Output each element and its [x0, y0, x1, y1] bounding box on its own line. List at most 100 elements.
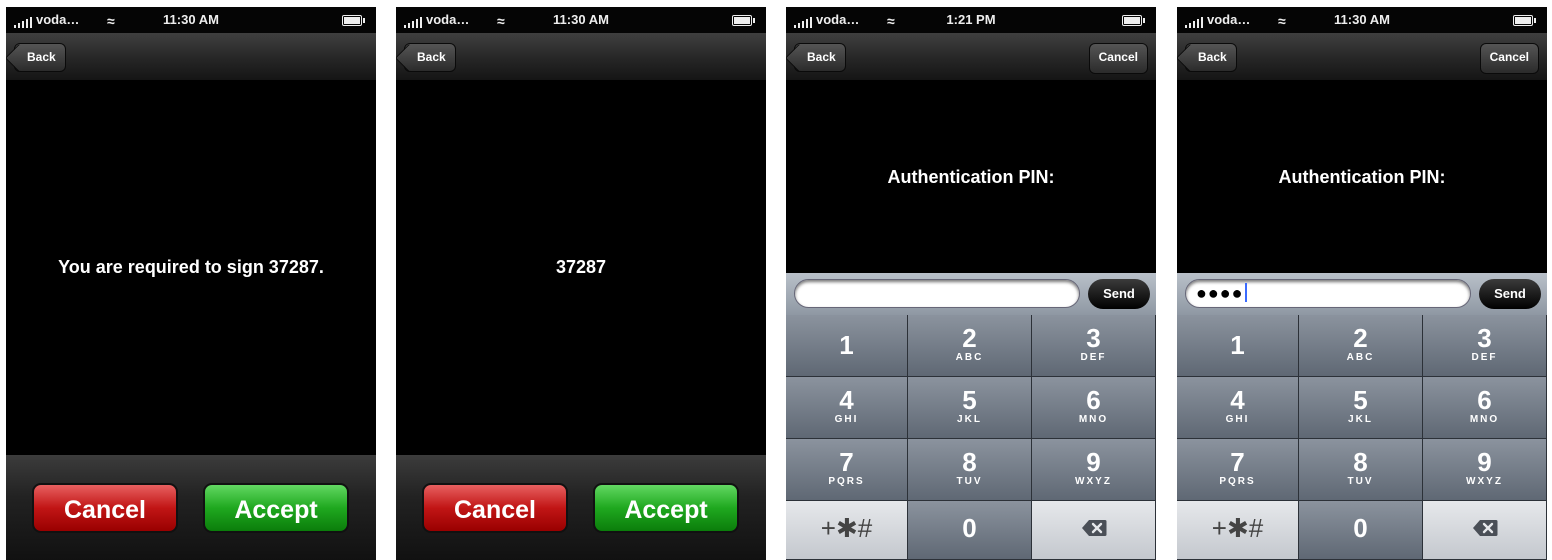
- key-symbols-label: +✱#: [820, 513, 873, 543]
- pin-input[interactable]: [794, 279, 1080, 308]
- key-digit: 4: [839, 385, 854, 415]
- key-4[interactable]: 4 GHI: [786, 377, 908, 439]
- phone-screen-sign-code: voda… ≈ 11:30 AM Back 37287 Cancel Accep…: [396, 7, 766, 560]
- sign-request-message: You are required to sign 37287.: [58, 257, 324, 277]
- back-button-label: Back: [807, 50, 836, 64]
- key-digit: 3: [1477, 323, 1492, 353]
- back-button-label: Back: [1198, 50, 1227, 64]
- key-letters: ABC: [955, 352, 984, 363]
- pin-input-value: ●●●●: [1196, 283, 1244, 303]
- key-digit: 5: [1353, 385, 1368, 415]
- send-button[interactable]: Send: [1088, 279, 1150, 309]
- text-cursor: [1244, 283, 1247, 302]
- key-8[interactable]: 8 TUV: [908, 439, 1032, 501]
- key-letters: TUV: [1347, 476, 1374, 487]
- cancel-button[interactable]: Cancel: [32, 483, 178, 533]
- back-button[interactable]: Back: [404, 43, 456, 72]
- key-3[interactable]: 3 DEF: [1423, 315, 1547, 377]
- send-button[interactable]: Send: [1479, 279, 1541, 309]
- pin-input-bar: Send: [786, 273, 1156, 315]
- key-symbols-label: +✱#: [1211, 513, 1264, 543]
- key-5[interactable]: 5 JKL: [1299, 377, 1423, 439]
- key-symbols[interactable]: +✱#: [786, 501, 908, 560]
- back-button[interactable]: Back: [1185, 43, 1237, 72]
- battery-icon: [732, 15, 755, 26]
- status-bar: voda… ≈ 11:30 AM: [6, 7, 376, 33]
- key-digit: 7: [839, 447, 854, 477]
- key-letters: GHI: [834, 414, 859, 425]
- key-2[interactable]: 2 ABC: [1299, 315, 1423, 377]
- action-bar: Cancel Accept: [396, 455, 766, 560]
- numeric-keypad: 1 2 ABC 3 DEF 4 GHI 5 JKL 6 MNO 7 PQRS 8 TUV 9 WXYZ +✱# 0: [1177, 315, 1547, 560]
- key-digit: 2: [962, 323, 977, 353]
- key-8[interactable]: 8 TUV: [1299, 439, 1423, 501]
- key-letters: PQRS: [828, 476, 865, 487]
- navigation-bar: Back Cancel: [1177, 33, 1547, 81]
- key-letters: ABC: [1346, 352, 1375, 363]
- key-0[interactable]: 0: [908, 501, 1032, 560]
- key-digit: 9: [1477, 447, 1492, 477]
- key-digit: 6: [1086, 385, 1101, 415]
- back-button[interactable]: Back: [14, 43, 66, 72]
- status-time: 11:30 AM: [163, 12, 219, 27]
- status-time: 1:21 PM: [946, 12, 996, 27]
- back-button[interactable]: Back: [794, 43, 846, 72]
- key-letters: TUV: [956, 476, 983, 487]
- key-0[interactable]: 0: [1299, 501, 1423, 560]
- key-symbols[interactable]: +✱#: [1177, 501, 1299, 560]
- accept-button[interactable]: Accept: [203, 483, 349, 533]
- key-delete[interactable]: [1032, 501, 1156, 560]
- key-1[interactable]: 1: [1177, 315, 1299, 377]
- navigation-bar: Back: [6, 33, 376, 81]
- battery-icon: [1513, 15, 1536, 26]
- key-2[interactable]: 2 ABC: [908, 315, 1032, 377]
- pin-title: Authentication PIN:: [887, 167, 1055, 187]
- key-letters: MNO: [1078, 414, 1109, 425]
- key-letters: PQRS: [1219, 476, 1256, 487]
- phone-screen-pin-empty: voda… ≈ 1:21 PM Back Cancel Authenticati…: [786, 7, 1156, 560]
- key-letters: JKL: [1348, 414, 1373, 425]
- key-digit: 9: [1086, 447, 1101, 477]
- key-3[interactable]: 3 DEF: [1032, 315, 1156, 377]
- nav-cancel-button[interactable]: Cancel: [1479, 43, 1539, 74]
- status-time: 11:30 AM: [1334, 12, 1390, 27]
- key-digit: 4: [1230, 385, 1245, 415]
- battery-icon: [342, 15, 365, 26]
- numeric-keypad: 1 2 ABC 3 DEF 4 GHI 5 JKL 6 MNO 7 PQRS 8 TUV 9 WXYZ +✱# 0: [786, 315, 1156, 560]
- navigation-bar: Back: [396, 33, 766, 81]
- pin-title: Authentication PIN:: [1278, 167, 1446, 187]
- back-button-label: Back: [27, 50, 56, 64]
- status-bar: voda… ≈ 11:30 AM: [1177, 7, 1547, 33]
- key-digit: 5: [962, 385, 977, 415]
- key-letters: DEF: [1080, 352, 1107, 363]
- key-digit: 3: [1086, 323, 1101, 353]
- nav-cancel-button[interactable]: Cancel: [1088, 43, 1148, 74]
- phone-screen-sign-request: voda… ≈ 11:30 AM Back You are required t…: [6, 7, 376, 560]
- key-letters: WXYZ: [1466, 476, 1503, 487]
- key-9[interactable]: 9 WXYZ: [1032, 439, 1156, 501]
- cancel-button[interactable]: Cancel: [422, 483, 568, 533]
- status-bar: voda… ≈ 11:30 AM: [396, 7, 766, 33]
- phone-screen-pin-entered: voda… ≈ 11:30 AM Back Cancel Authenticat…: [1177, 7, 1547, 560]
- key-letters: DEF: [1471, 352, 1498, 363]
- key-7[interactable]: 7 PQRS: [1177, 439, 1299, 501]
- accept-button[interactable]: Accept: [593, 483, 739, 533]
- key-9[interactable]: 9 WXYZ: [1423, 439, 1547, 501]
- key-5[interactable]: 5 JKL: [908, 377, 1032, 439]
- key-4[interactable]: 4 GHI: [1177, 377, 1299, 439]
- key-digit: 7: [1230, 447, 1245, 477]
- key-letters: JKL: [957, 414, 982, 425]
- key-1[interactable]: 1: [786, 315, 908, 377]
- key-letters: GHI: [1225, 414, 1250, 425]
- key-delete[interactable]: [1423, 501, 1547, 560]
- pin-input[interactable]: ●●●●: [1185, 279, 1471, 308]
- key-6[interactable]: 6 MNO: [1032, 377, 1156, 439]
- status-time: 11:30 AM: [553, 12, 609, 27]
- pin-input-bar: ●●●● Send: [1177, 273, 1547, 315]
- key-7[interactable]: 7 PQRS: [786, 439, 908, 501]
- key-digit: 6: [1477, 385, 1492, 415]
- key-letters: WXYZ: [1075, 476, 1112, 487]
- key-6[interactable]: 6 MNO: [1423, 377, 1547, 439]
- battery-icon: [1122, 15, 1145, 26]
- key-letters: MNO: [1469, 414, 1500, 425]
